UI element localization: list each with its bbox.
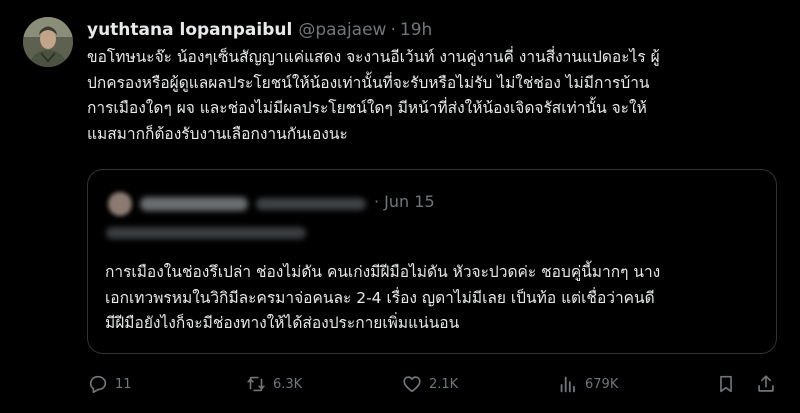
views-button[interactable]: 679K bbox=[557, 370, 618, 398]
repost-count: 6.3K bbox=[273, 376, 303, 392]
avatar-icon bbox=[23, 17, 73, 67]
tweet-text-line: ปกครองหรือผู้ดูแลผลประโยชน์ให้น้องเท่านั… bbox=[87, 73, 650, 92]
header-separator: · bbox=[390, 20, 396, 40]
repost-icon bbox=[247, 376, 265, 392]
bookmark-icon bbox=[720, 375, 732, 393]
views-count: 679K bbox=[585, 376, 619, 392]
tweet-text-line: แมสมากก็ต้องรับงานเลือกงานกันเองนะ bbox=[87, 124, 348, 143]
reply-button[interactable]: 11 bbox=[87, 370, 132, 398]
quoted-text-line: การเมืองในช่องรึเปล่า ช่องไม่ดัน คนเก่งม… bbox=[105, 263, 661, 281]
quoted-author-handle-blurred bbox=[256, 198, 366, 210]
tweet-text-line: การเมืองใดๆ ผจ และช่องไม่มีผลประโยชน์ใดๆ… bbox=[87, 99, 647, 117]
repost-button[interactable]: 6.3K bbox=[245, 370, 302, 398]
quoted-tweet-card[interactable]: · Jun 15 การเมืองในช่องรึเปล่า ช่องไม่ดั… bbox=[87, 169, 777, 354]
analytics-icon bbox=[560, 376, 575, 393]
bookmark-button[interactable] bbox=[715, 370, 737, 398]
tweet-header: yuthtana lopanpaibul @paajaew · 19h bbox=[87, 17, 432, 43]
author-display-name[interactable]: yuthtana lopanpaibul bbox=[87, 20, 292, 40]
author-handle[interactable]: @paajaew bbox=[298, 20, 386, 40]
tweet-text-line: ขอโทษนะจ๊ะ น้องๆเซ็นสัญญาแค่แสดง จะงานอี… bbox=[87, 48, 660, 66]
like-count: 2.1K bbox=[429, 376, 459, 392]
tweet-action-bar: 11 6.3K 2.1K 679K bbox=[87, 370, 777, 398]
quoted-replying-to-blurred bbox=[106, 227, 306, 239]
quoted-tweet-date: · Jun 15 bbox=[374, 192, 435, 211]
tweet-timestamp[interactable]: 19h bbox=[400, 20, 432, 40]
quoted-tweet-text: การเมืองในช่องรึเปล่า ช่องไม่ดัน คนเก่งม… bbox=[105, 260, 770, 337]
quoted-author-avatar-blurred bbox=[108, 192, 132, 216]
quoted-text-line: มีฝีมือยังไงก็จะมีช่องทางให้ได้ส่องประกา… bbox=[105, 314, 460, 332]
reply-icon bbox=[89, 375, 107, 394]
quoted-text-line: เอกเทวพรหมในวิกิมีละครมาจ่อคนละ 2-4 เรื่… bbox=[105, 288, 655, 307]
like-button[interactable]: 2.1K bbox=[401, 370, 458, 398]
tweet-text: ขอโทษนะจ๊ะ น้องๆเซ็นสัญญาแค่แสดง จะงานอี… bbox=[87, 45, 777, 147]
share-button[interactable] bbox=[755, 370, 777, 398]
heart-icon bbox=[403, 376, 421, 393]
share-icon bbox=[758, 375, 774, 392]
reply-count: 11 bbox=[115, 376, 132, 392]
quoted-author-name-blurred bbox=[140, 197, 248, 211]
author-avatar[interactable] bbox=[23, 17, 73, 67]
